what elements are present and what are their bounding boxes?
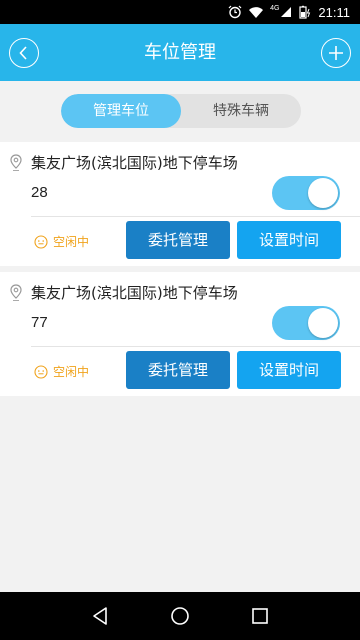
app-bar: 车位管理 [0, 24, 360, 81]
nav-back-button[interactable] [88, 604, 112, 628]
tab-manage-spots[interactable]: 管理车位 [61, 94, 181, 128]
back-triangle-icon [93, 607, 107, 625]
segmented-tabs: 管理车位 特殊车辆 [61, 94, 301, 128]
system-nav-bar [0, 592, 360, 640]
spot-toggle[interactable] [272, 306, 340, 340]
spot-number: 28 [31, 184, 48, 201]
back-button[interactable] [9, 38, 39, 68]
toggle-knob [308, 178, 338, 208]
status-text: 空闲中 [53, 235, 90, 249]
spot-toggle[interactable] [272, 176, 340, 210]
location-pin-icon [10, 154, 22, 171]
set-time-button[interactable]: 设置时间 [237, 221, 341, 259]
home-circle-icon [171, 607, 189, 625]
status-icons: 4G 21:11 [228, 3, 350, 21]
delegate-manage-button[interactable]: 委托管理 [126, 221, 230, 259]
idle-face-icon [34, 234, 48, 249]
status-time: 21:11 [318, 4, 350, 20]
set-time-button[interactable]: 设置时间 [237, 351, 341, 389]
status-bar: 4G 21:11 [0, 0, 360, 24]
status-text: 空闲中 [53, 365, 90, 379]
battery-icon [299, 5, 311, 19]
status-indicator: 空闲中 [34, 363, 89, 380]
location-pin-icon [10, 284, 22, 301]
spot-number: 77 [31, 314, 48, 331]
recents-square-icon [252, 608, 268, 624]
divider [31, 216, 360, 217]
parking-lot-name: 集友广场(滨北国际)地下停车场 [31, 154, 238, 172]
alarm-icon [228, 5, 242, 19]
parking-spot-card: 集友广场(滨北国际)地下停车场 28 空闲中 委托管理 设置时间 [0, 142, 360, 266]
divider [31, 346, 360, 347]
page-title: 车位管理 [144, 42, 216, 63]
signal-icon [281, 7, 292, 17]
toggle-knob [308, 308, 338, 338]
plus-icon [329, 46, 343, 60]
parking-lot-name: 集友广场(滨北国际)地下停车场 [31, 284, 238, 302]
nav-home-button[interactable] [168, 604, 192, 628]
add-button[interactable] [321, 38, 351, 68]
tab-special-vehicles[interactable]: 特殊车辆 [181, 94, 301, 128]
wifi-icon [249, 6, 264, 18]
nav-recents-button[interactable] [248, 604, 272, 628]
network-label: 4G [270, 4, 280, 12]
idle-face-icon [34, 364, 48, 379]
parking-spot-card: 集友广场(滨北国际)地下停车场 77 空闲中 委托管理 设置时间 [0, 272, 360, 396]
status-indicator: 空闲中 [34, 233, 89, 250]
chevron-left-icon [19, 46, 27, 60]
delegate-manage-button[interactable]: 委托管理 [126, 351, 230, 389]
